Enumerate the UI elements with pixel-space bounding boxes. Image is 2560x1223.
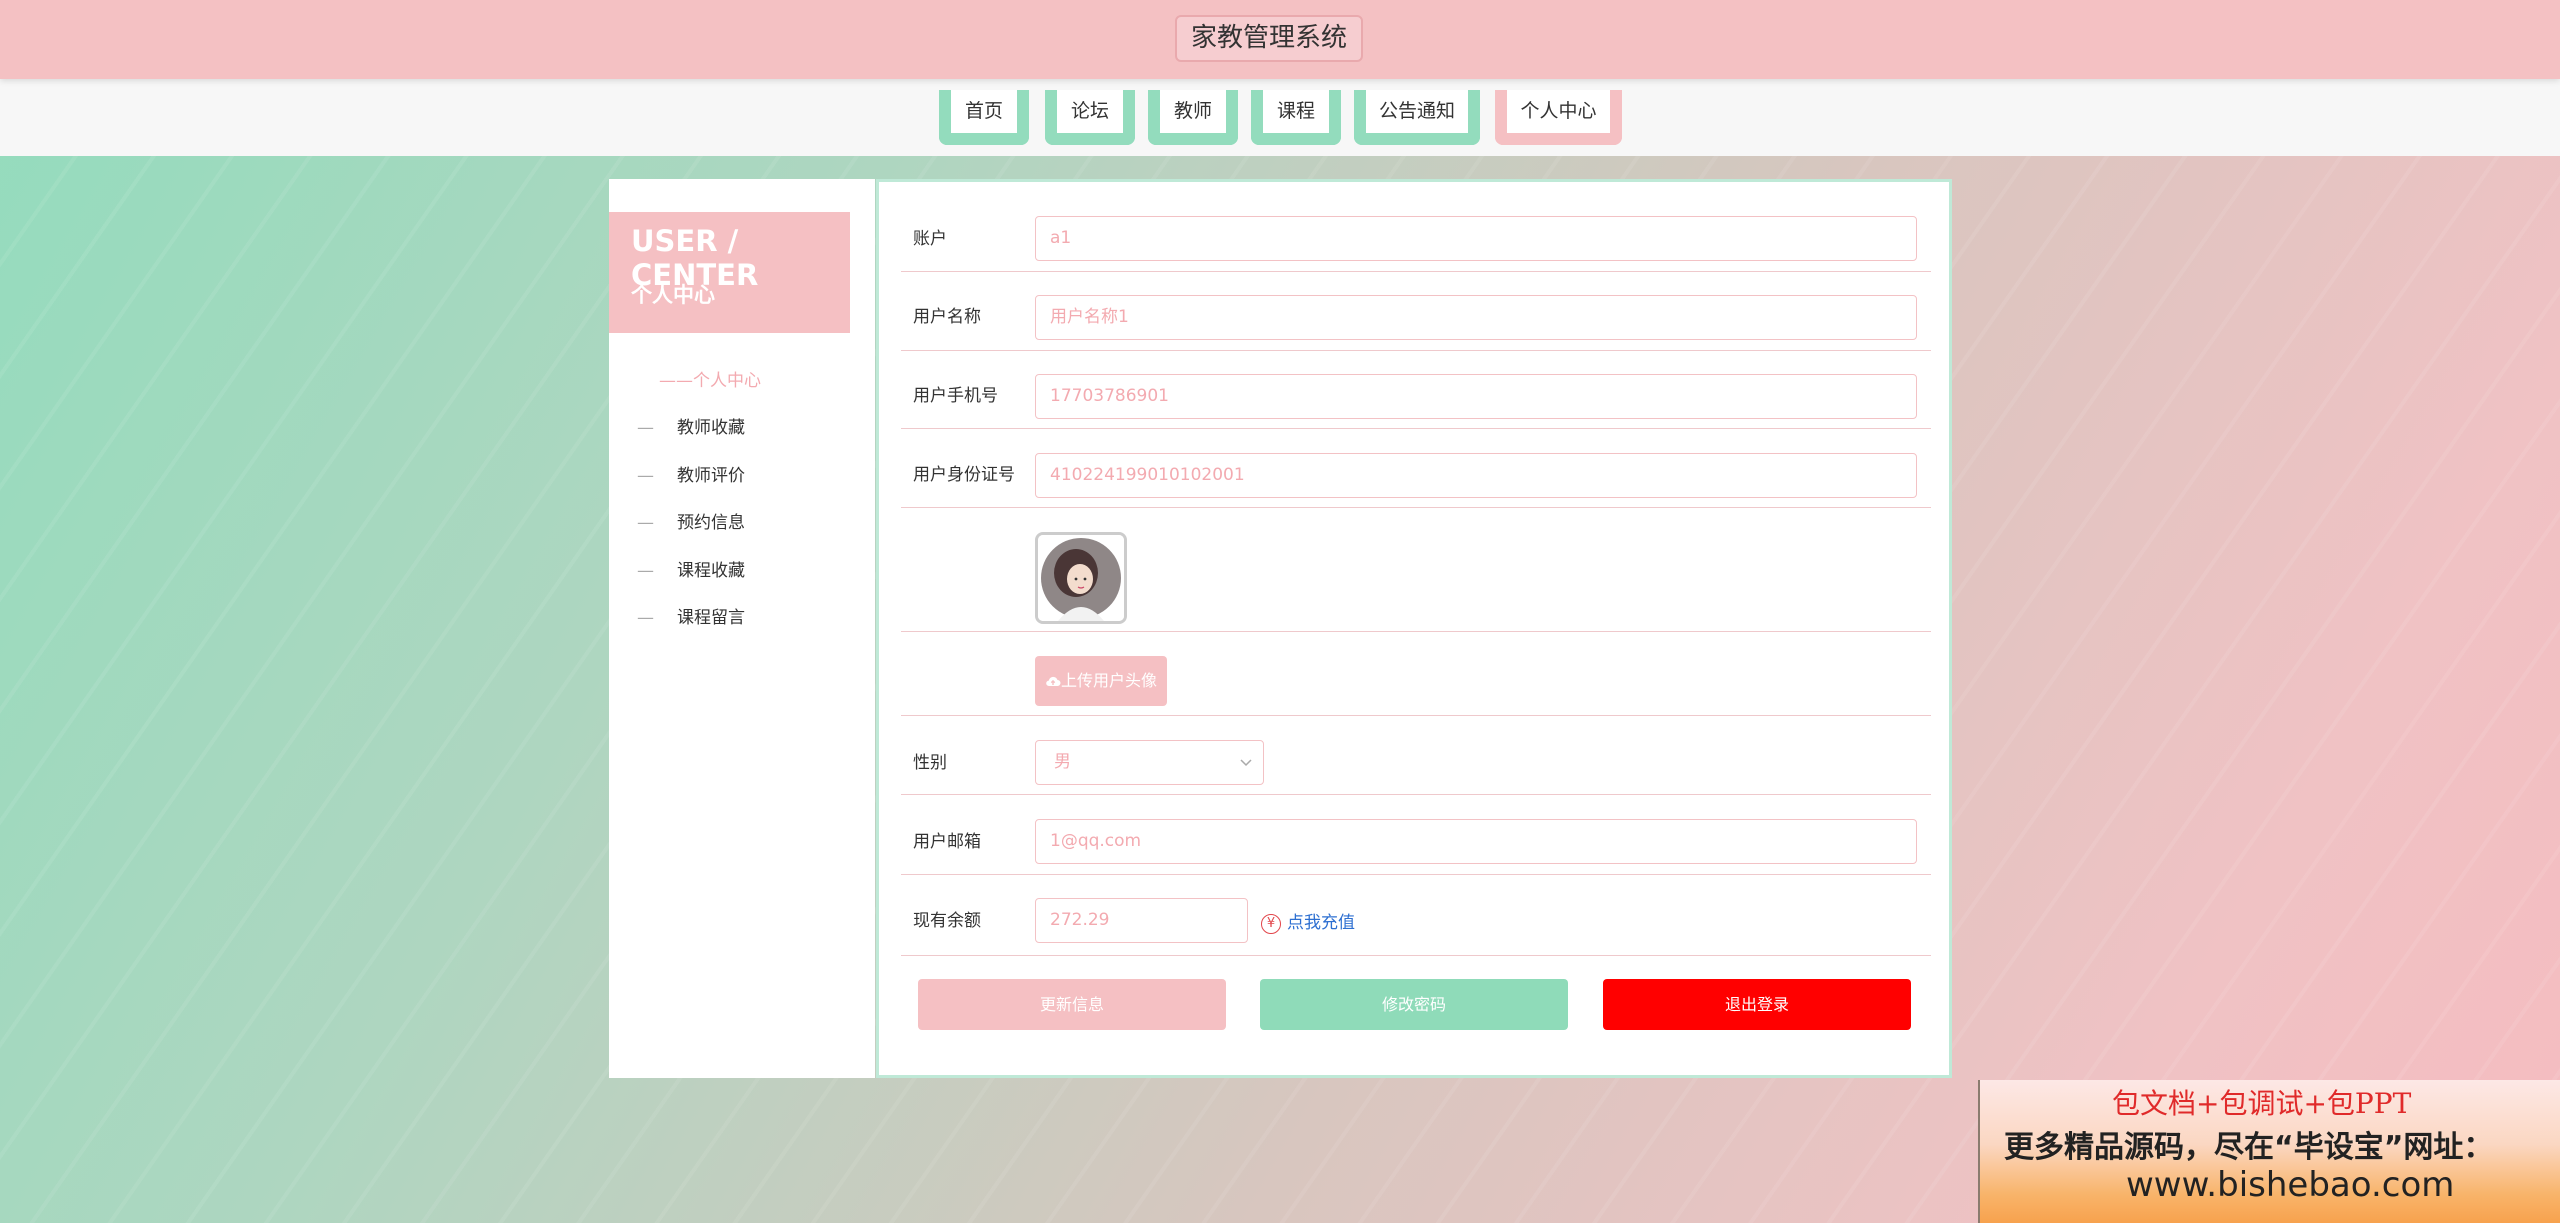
dash-icon: — [637, 608, 654, 628]
recharge-link[interactable]: ¥ 点我充值 [1261, 910, 1355, 936]
row-divider [901, 874, 1931, 875]
row-divider [901, 271, 1931, 272]
top-header: 家教管理系统 [0, 0, 2560, 79]
username-label: 用户名称 [913, 307, 981, 327]
dash-icon: — [637, 418, 654, 438]
id-card-label: 用户身份证号 [913, 465, 1015, 485]
chevron-down-icon [1239, 741, 1253, 802]
promo-line-1: 包文档+包调试+包PPT [2112, 1087, 2412, 1120]
nav-item-notices[interactable]: 公告通知 [1354, 90, 1480, 145]
site-title: 家教管理系统 [1175, 15, 1363, 62]
upload-avatar-button[interactable]: 上传用户头像 [1035, 656, 1167, 706]
row-divider [901, 631, 1931, 632]
dash-icon: — [637, 466, 654, 486]
row-divider [901, 715, 1931, 716]
gender-select[interactable]: 男 [1035, 740, 1264, 785]
sidebar-item-label: 预约信息 [677, 513, 745, 533]
logout-button[interactable]: 退出登录 [1603, 979, 1911, 1030]
change-password-button[interactable]: 修改密码 [1260, 979, 1568, 1030]
gender-select-value: 男 [1054, 752, 1071, 772]
nav-item-user-center[interactable]: 个人中心 [1495, 90, 1622, 145]
sidebar-title-cn: 个人中心 [631, 283, 715, 307]
recharge-label: 点我充值 [1287, 913, 1355, 933]
account-input[interactable]: a1 [1035, 216, 1917, 261]
sidebar: USER / CENTER 个人中心 ——个人中心 — 教师收藏 — 教师评价 — 预… [609, 179, 875, 1078]
id-card-input[interactable]: 410224199010102001 [1035, 453, 1917, 498]
phone-input[interactable]: 17703786901 [1035, 374, 1917, 419]
yen-icon: ¥ [1261, 914, 1281, 934]
promo-banner[interactable]: 包文档+包调试+包PPT 更多精品源码，尽在“毕设宝”网址： www.bishe… [1978, 1080, 2560, 1223]
sidebar-item-course-favorites[interactable]: — 课程收藏 [637, 558, 745, 584]
sidebar-item-label: 课程留言 [677, 608, 745, 628]
upload-avatar-label: 上传用户头像 [1060, 671, 1157, 690]
menu-title-label: 个人中心 [693, 371, 761, 391]
avatar [1035, 532, 1127, 624]
sidebar-menu-title[interactable]: ——个人中心 [659, 366, 761, 391]
nav-item-home[interactable]: 首页 [939, 90, 1029, 145]
sidebar-item-label: 课程收藏 [677, 561, 745, 581]
sidebar-item-bookings[interactable]: — 预约信息 [637, 510, 745, 536]
row-divider [901, 350, 1931, 351]
menu-title-dash: —— [659, 371, 693, 391]
nav-item-forum[interactable]: 论坛 [1045, 90, 1135, 145]
dash-icon: — [637, 561, 654, 581]
row-divider [901, 794, 1931, 795]
username-input[interactable]: 用户名称1 [1035, 295, 1917, 340]
promo-line-2: 更多精品源码，尽在“毕设宝”网址： [2004, 1130, 2494, 1165]
profile-panel: 账户 a1 用户名称 用户名称1 用户手机号 17703786901 用户身份证… [876, 179, 1952, 1078]
nav-item-courses[interactable]: 课程 [1251, 90, 1341, 145]
promo-url: www.bishebao.com [2126, 1165, 2455, 1205]
sidebar-item-course-messages[interactable]: — 课程留言 [637, 605, 745, 631]
sidebar-item-teacher-reviews[interactable]: — 教师评价 [637, 463, 745, 489]
update-info-button[interactable]: 更新信息 [918, 979, 1226, 1030]
sidebar-header: USER / CENTER 个人中心 [609, 212, 850, 333]
email-label: 用户邮箱 [913, 832, 981, 852]
cloud-upload-icon [1046, 676, 1061, 687]
gender-label: 性别 [913, 753, 947, 773]
phone-label: 用户手机号 [913, 386, 998, 406]
dash-icon: — [637, 513, 654, 533]
nav-item-teachers[interactable]: 教师 [1148, 90, 1238, 145]
sidebar-item-teacher-favorites[interactable]: — 教师收藏 [637, 415, 745, 441]
sidebar-item-label: 教师评价 [677, 466, 745, 486]
nav-bar: 首页 论坛 教师 课程 公告通知 个人中心 [0, 79, 2560, 156]
balance-input[interactable]: 272.29 [1035, 898, 1248, 943]
row-divider [901, 955, 1931, 956]
balance-label: 现有余额 [913, 911, 981, 931]
sidebar-item-label: 教师收藏 [677, 418, 745, 438]
avatar-image [1038, 535, 1124, 621]
row-divider [901, 428, 1931, 429]
account-label: 账户 [913, 229, 947, 249]
email-input[interactable]: 1@qq.com [1035, 819, 1917, 864]
row-divider [901, 507, 1931, 508]
